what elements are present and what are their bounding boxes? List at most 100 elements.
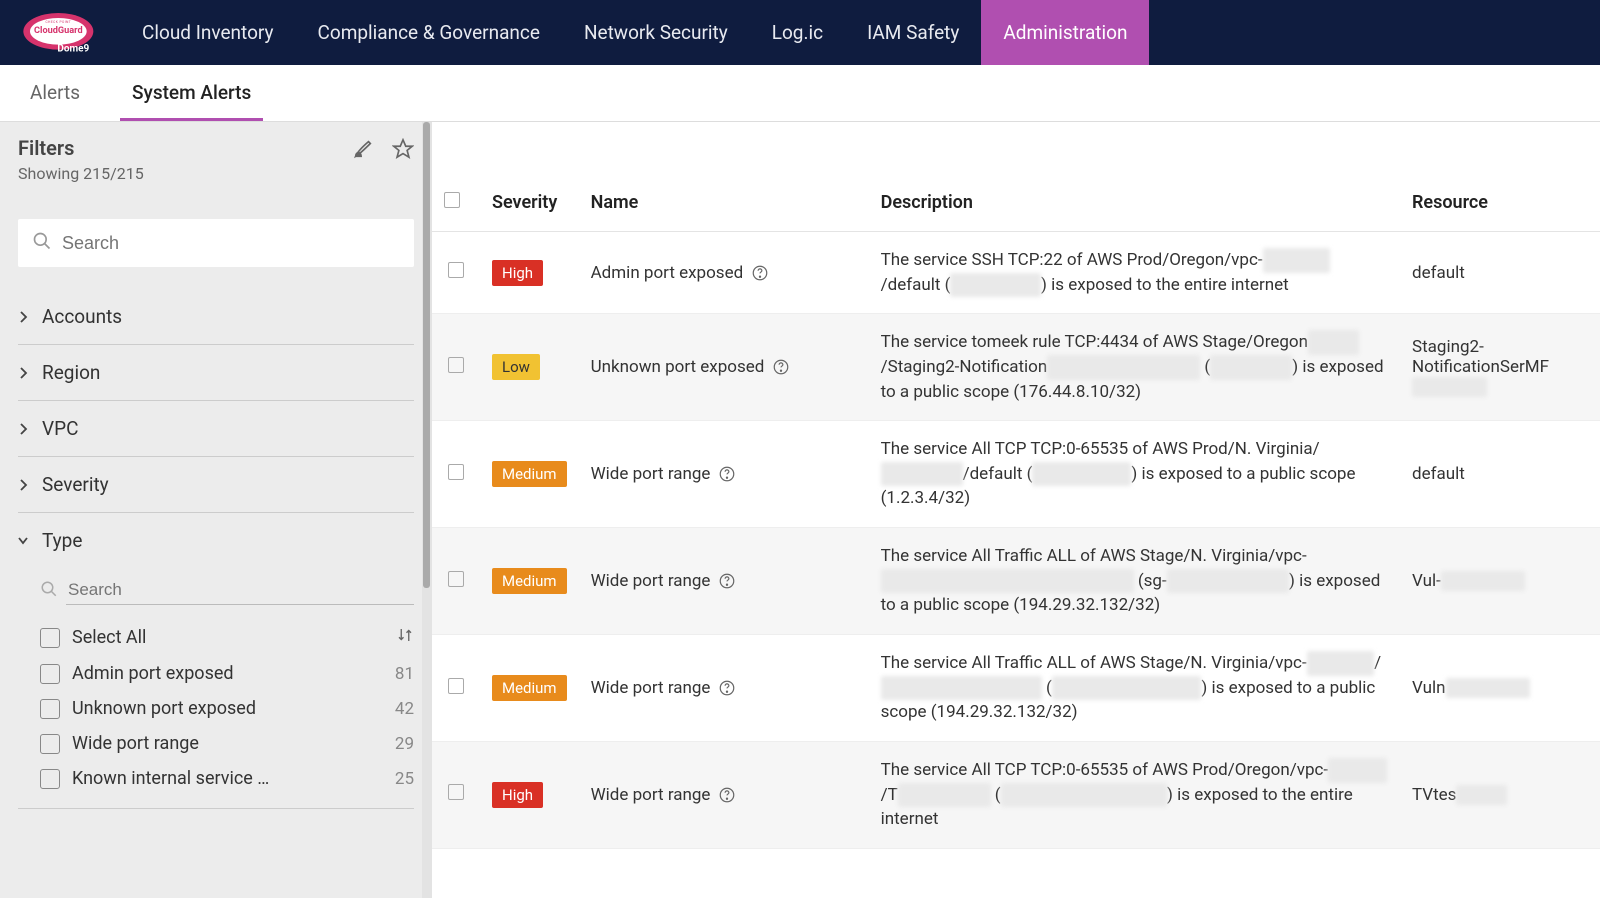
top-nav: CHECK POINT CloudGuard Dome9 Cloud Inven… (0, 0, 1600, 65)
filter-section-accounts: Accounts (18, 289, 414, 345)
filter-section-label: Accounts (42, 305, 122, 328)
help-icon[interactable] (718, 572, 736, 590)
row-checkbox[interactable] (448, 571, 464, 587)
chevron-right-icon (18, 422, 32, 436)
row-checkbox[interactable] (448, 784, 464, 800)
row-checkbox[interactable] (448, 262, 464, 278)
row-checkbox[interactable] (448, 678, 464, 694)
alerts-table-container: Severity Name Description Resource High … (432, 122, 1600, 898)
filter-section-type: Type Select All (18, 513, 414, 809)
brush-icon[interactable] (352, 138, 374, 164)
nav-item-iam-safety[interactable]: IAM Safety (845, 0, 981, 65)
help-icon[interactable] (718, 679, 736, 697)
filters-search[interactable] (18, 219, 414, 267)
type-filter-row: Wide port range 29 (18, 726, 414, 761)
type-checkbox[interactable] (40, 734, 60, 754)
severity-badge: High (492, 782, 543, 808)
search-icon (40, 580, 66, 602)
alert-name: Wide port range (591, 464, 711, 484)
type-label: Wide port range (72, 733, 384, 754)
type-search-input[interactable] (66, 576, 414, 605)
table-row[interactable]: Medium Wide port range The service All T… (432, 528, 1600, 635)
filters-search-input[interactable] (62, 233, 400, 254)
filter-section-header-region[interactable]: Region (18, 345, 414, 400)
type-label: Unknown port exposed (72, 698, 384, 719)
type-label: Known internal service … (72, 768, 384, 789)
alert-resource: default (1412, 464, 1465, 484)
severity-badge: Low (492, 354, 540, 380)
type-label: Admin port exposed (72, 663, 384, 684)
chevron-right-icon (18, 310, 32, 324)
nav-item-cloud-inventory[interactable]: Cloud Inventory (120, 0, 296, 65)
alert-description: The service tomeek rule TCP:4434 of AWS … (881, 330, 1388, 404)
filter-section-label: Type (42, 529, 82, 552)
alerts-table: Severity Name Description Resource High … (432, 182, 1600, 849)
filter-section-header-severity[interactable]: Severity (18, 457, 414, 512)
filter-section-label: Region (42, 361, 100, 384)
filter-section-header-accounts[interactable]: Accounts (18, 289, 414, 344)
type-count: 42 (384, 699, 414, 719)
alert-resource: Staging2-NotificationSerMFXXXXXXX (1412, 337, 1549, 397)
nav-item-log-ic[interactable]: Log.ic (750, 0, 845, 65)
type-filter-row: Unknown port exposed 42 (18, 691, 414, 726)
filter-section-header-vpc[interactable]: VPC (18, 401, 414, 456)
alert-name: Wide port range (591, 571, 711, 591)
table-row[interactable]: Medium Wide port range The service All T… (432, 421, 1600, 528)
col-name[interactable]: Name (579, 182, 869, 232)
filters-title: Filters (18, 136, 352, 160)
table-row[interactable]: High Wide port range The service All TCP… (432, 741, 1600, 848)
help-icon[interactable] (718, 465, 736, 483)
star-icon[interactable] (392, 138, 414, 164)
filter-section-vpc: VPC (18, 401, 414, 457)
col-resource[interactable]: Resource (1400, 182, 1600, 232)
type-checkbox[interactable] (40, 664, 60, 684)
help-icon[interactable] (718, 786, 736, 804)
select-all-checkbox[interactable] (40, 628, 60, 648)
row-checkbox[interactable] (448, 464, 464, 480)
select-all-rows-checkbox[interactable] (444, 192, 460, 208)
sidebar-scrollbar[interactable] (422, 122, 432, 898)
filters-count: Showing 215/215 (18, 164, 352, 183)
alert-description: The service All TCP TCP:0-65535 of AWS P… (881, 758, 1388, 832)
alert-resource: default (1412, 263, 1465, 283)
alert-resource: Vulnxxxxxxxxxx (1412, 678, 1530, 698)
svg-text:Dome9: Dome9 (57, 43, 89, 54)
severity-badge: Medium (492, 568, 567, 594)
select-all-label: Select All (72, 627, 396, 648)
tab-system-alerts[interactable]: System Alerts (120, 65, 263, 121)
type-count: 81 (384, 664, 414, 684)
severity-badge: High (492, 260, 543, 286)
row-checkbox[interactable] (448, 357, 464, 373)
filter-section-header-type[interactable]: Type (18, 513, 414, 568)
col-severity[interactable]: Severity (480, 182, 579, 232)
alert-name: Wide port range (591, 785, 711, 805)
nav-item-network-security[interactable]: Network Security (562, 0, 750, 65)
svg-text:CloudGuard: CloudGuard (34, 26, 83, 36)
type-count: 29 (384, 734, 414, 754)
alert-resource: Vul-xxxxxxxxxx (1412, 571, 1525, 591)
tab-alerts[interactable]: Alerts (18, 65, 92, 121)
help-icon[interactable] (751, 264, 769, 282)
sort-icon[interactable] (396, 626, 414, 649)
type-filter-row: Known internal service … 25 (18, 761, 414, 796)
nav-item-administration[interactable]: Administration (981, 0, 1149, 65)
table-row[interactable]: Medium Wide port range The service All T… (432, 635, 1600, 742)
chevron-down-icon (18, 534, 32, 548)
help-icon[interactable] (772, 358, 790, 376)
type-checkbox[interactable] (40, 699, 60, 719)
subtabs: Alerts System Alerts (0, 65, 1600, 122)
col-description[interactable]: Description (869, 182, 1400, 232)
severity-badge: Medium (492, 461, 567, 487)
svg-text:CHECK POINT: CHECK POINT (45, 20, 71, 24)
logo[interactable]: CHECK POINT CloudGuard Dome9 (0, 8, 120, 58)
filters-panel: Filters Showing 215/215 Accounts (0, 122, 432, 898)
filter-section-region: Region (18, 345, 414, 401)
table-row[interactable]: High Admin port exposed The service SSH … (432, 232, 1600, 314)
type-checkbox[interactable] (40, 769, 60, 789)
alert-description: The service All Traffic ALL of AWS Stage… (881, 651, 1388, 725)
alert-resource: TVtesxxxxxx (1412, 785, 1507, 805)
nav-item-compliance-governance[interactable]: Compliance & Governance (296, 0, 562, 65)
chevron-right-icon (18, 366, 32, 380)
table-row[interactable]: Low Unknown port exposed The service tom… (432, 314, 1600, 421)
alert-description: The service SSH TCP:22 of AWS Prod/Orego… (881, 248, 1388, 297)
